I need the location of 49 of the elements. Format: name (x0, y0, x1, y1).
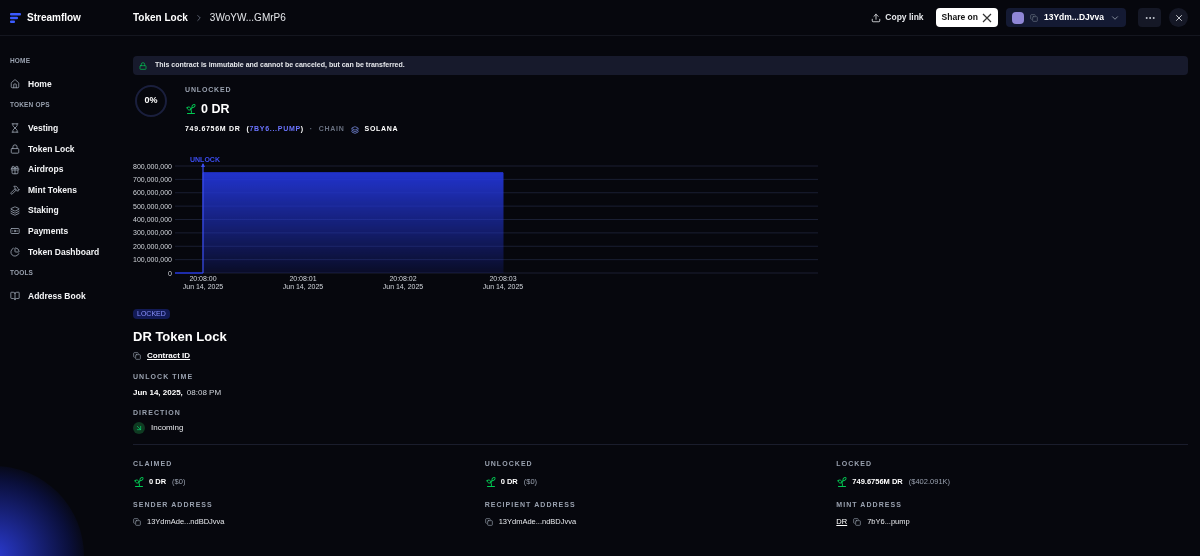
sidebar-item[interactable]: Address Book (10, 286, 133, 307)
copy-icon (133, 352, 141, 361)
copy-icon (853, 517, 862, 526)
unlock-date: Jun 14, 2025, (133, 386, 183, 399)
layers-icon (10, 205, 20, 216)
breadcrumb-item: 3WoYW...GMrP6 (209, 11, 286, 25)
sidebar-item[interactable]: Vesting (10, 118, 133, 139)
copy-icon (1030, 13, 1038, 22)
hammer-icon (10, 185, 20, 196)
incoming-icon (133, 422, 145, 435)
token-icon (185, 102, 197, 115)
hourglass-icon (10, 123, 20, 134)
share-icon (871, 12, 882, 23)
sidebar-item[interactable]: Airdrops (10, 159, 133, 180)
sidebar-item[interactable]: Staking (10, 200, 133, 222)
contract-id-link[interactable]: Contract ID (147, 350, 191, 363)
contract-title: DR Token Lock (133, 327, 228, 346)
wallet-button[interactable]: 13Ydm...DJvva (1006, 8, 1126, 27)
more-button[interactable] (1138, 8, 1161, 27)
sidebar-item[interactable]: Token Dashboard (10, 241, 133, 263)
close-button[interactable] (1169, 8, 1188, 27)
home-icon (10, 79, 20, 90)
close-icon (1173, 12, 1184, 23)
progress-ring (133, 83, 169, 119)
copy-icon (484, 517, 493, 526)
token-icon (133, 475, 145, 488)
unlocked-amount: 0 DR (201, 100, 230, 118)
banknote-icon (10, 226, 20, 237)
lock-icon (139, 61, 147, 70)
direction-value: Incoming (151, 422, 184, 435)
app-name: Streamflow (27, 11, 81, 25)
sidebar-item[interactable]: Home (10, 73, 133, 95)
book-icon (10, 291, 20, 302)
share-on-x-button[interactable]: Share on (935, 8, 998, 27)
breadcrumb-item[interactable]: Token Lock (133, 10, 188, 25)
sidebar-item[interactable]: Mint Tokens (10, 179, 133, 201)
unlock-clock: 08:08 PM (186, 386, 222, 399)
sidebar-item[interactable]: Payments (10, 221, 133, 242)
sidebar-item[interactable]: Token Lock (10, 138, 133, 160)
progress-label: 0% (144, 94, 158, 108)
gift-icon (10, 164, 20, 175)
token-icon (484, 475, 497, 488)
pie-chart-icon (10, 246, 20, 257)
logo-icon (10, 12, 21, 23)
copy-link-button[interactable]: Copy link (867, 11, 928, 24)
x-logo-icon (982, 12, 992, 23)
copy-icon (133, 517, 141, 526)
lock-icon (10, 144, 20, 154)
token-icon (836, 475, 849, 488)
